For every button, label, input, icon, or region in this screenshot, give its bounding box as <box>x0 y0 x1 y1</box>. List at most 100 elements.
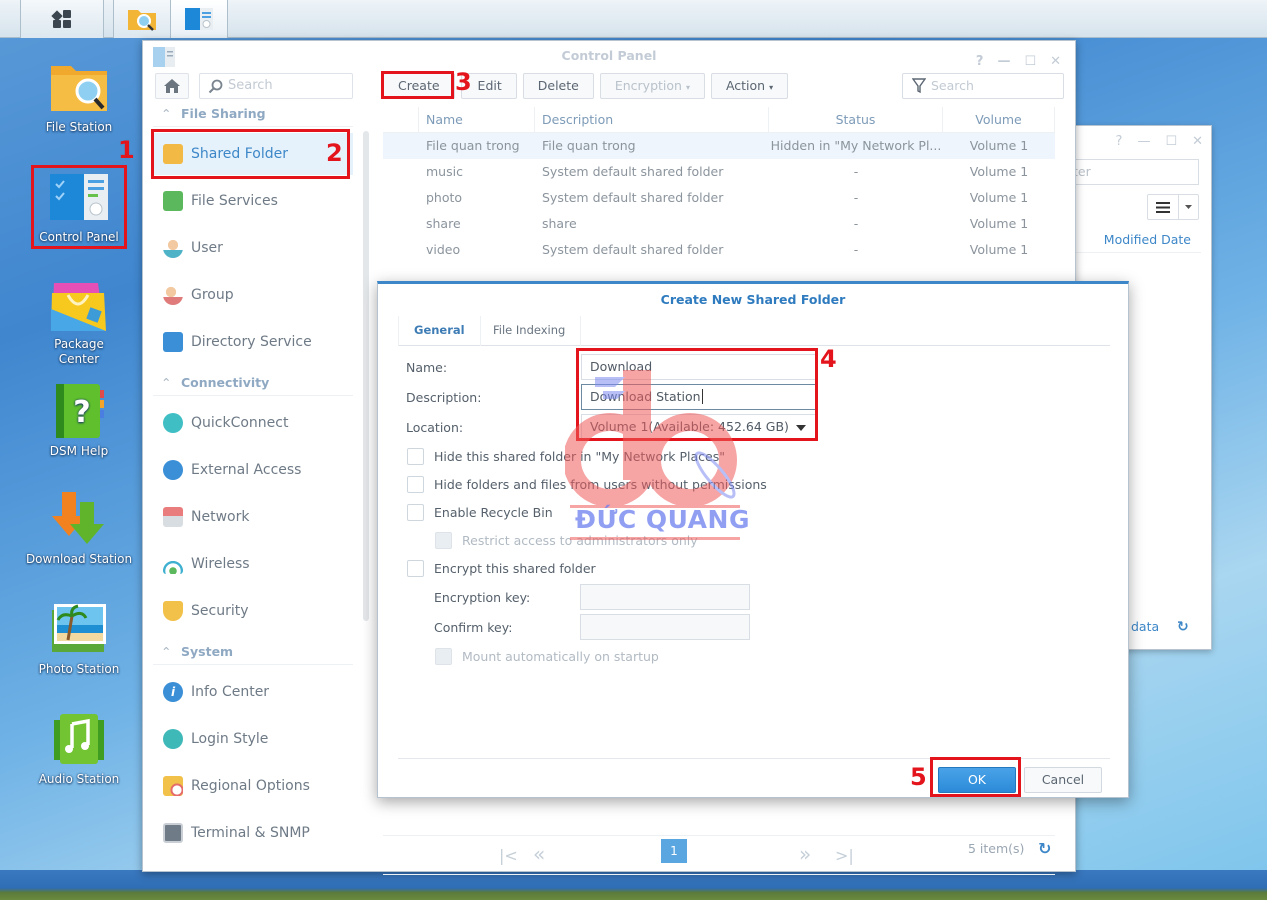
sidebar-item-terminal-snmp[interactable]: Terminal & SNMP <box>153 812 353 854</box>
refresh-icon[interactable]: ↻ <box>1038 839 1051 858</box>
control-panel-icon <box>185 8 213 30</box>
sidebar-item-network[interactable]: Network <box>153 496 353 538</box>
hide-in-network-places-checkbox[interactable] <box>407 448 424 465</box>
prev-page-button[interactable]: « <box>533 842 545 866</box>
table-row[interactable]: video System default shared folder - Vol… <box>383 237 1055 263</box>
action-dropdown[interactable]: Action ▾ <box>710 73 789 99</box>
encryption-key-input[interactable] <box>580 584 750 610</box>
chevron-down-icon[interactable] <box>1179 195 1198 219</box>
group-icon <box>163 285 183 305</box>
table-row[interactable]: share share - Volume 1 <box>383 211 1055 237</box>
last-page-button[interactable]: >| <box>835 846 854 865</box>
next-page-button[interactable]: » <box>799 842 811 866</box>
folder-search-icon <box>51 66 107 111</box>
sidebar-item-external-access[interactable]: External Access <box>153 449 353 491</box>
enable-recycle-bin-checkbox[interactable] <box>407 504 424 521</box>
column-header-status[interactable]: Status <box>769 107 943 132</box>
checkbox-label: Encrypt this shared folder <box>434 561 596 576</box>
palette-icon <box>163 729 183 749</box>
map-clock-icon <box>163 776 183 796</box>
section-system[interactable]: ⌃ System <box>153 641 353 665</box>
confirm-key-input[interactable] <box>580 614 750 640</box>
svg-text:?: ? <box>73 395 90 430</box>
annotation-step-1: 1 <box>118 136 135 164</box>
first-page-button[interactable]: |< <box>499 846 518 865</box>
globe-icon <box>163 460 183 480</box>
encrypt-folder-checkbox[interactable] <box>407 560 424 577</box>
encryption-dropdown[interactable]: Encryption ▾ <box>599 73 705 99</box>
home-button[interactable] <box>155 73 189 99</box>
view-toggle[interactable] <box>1147 194 1199 220</box>
mount-on-startup-checkbox[interactable] <box>435 648 452 665</box>
tab-general[interactable]: General <box>398 316 481 346</box>
desktop-icon-download-station[interactable]: Download Station <box>0 490 158 567</box>
desktop-icon-package-center[interactable]: Package Center <box>0 275 158 367</box>
sidebar-item-regional-options[interactable]: Regional Options <box>153 765 353 807</box>
table-row[interactable]: File quan trong File quan trong Hidden i… <box>383 133 1055 159</box>
hide-without-permissions-checkbox[interactable] <box>407 476 424 493</box>
list-view-icon[interactable] <box>1148 195 1180 219</box>
sidebar-item-wireless[interactable]: Wireless <box>153 543 353 585</box>
table-row[interactable]: music System default shared folder - Vol… <box>383 159 1055 185</box>
taskbar <box>0 0 1267 38</box>
refresh-icon[interactable]: ↻ <box>1177 614 1189 640</box>
sidebar-item-directory-service[interactable]: Directory Service <box>153 321 353 363</box>
minimize-icon[interactable]: — <box>1137 134 1150 149</box>
column-header-description[interactable]: Description <box>535 107 769 132</box>
file-station-icon <box>128 10 156 31</box>
desktop-icon-dsm-help[interactable]: ? DSM Help <box>0 382 158 459</box>
window-title-bar[interactable]: Control Panel ? — ☐ ✕ <box>143 41 1075 73</box>
sidebar-item-info-center[interactable]: i Info Center <box>153 671 353 713</box>
table-header: Name Description Status Volume <box>383 107 1055 133</box>
pagination: |< « 1 » >| 5 item(s) ↻ <box>383 835 1055 875</box>
taskbar-file-station[interactable] <box>114 0 171 38</box>
maximize-icon[interactable]: ☐ <box>1165 134 1177 149</box>
delete-button[interactable]: Delete <box>522 73 594 99</box>
sidebar-search-input[interactable]: Search <box>199 73 353 99</box>
sidebar-item-group[interactable]: Group <box>153 274 353 316</box>
main-menu-button[interactable] <box>20 0 104 38</box>
table-row[interactable]: photo System default shared folder - Vol… <box>383 185 1055 211</box>
current-page[interactable]: 1 <box>661 839 687 863</box>
network-house-icon <box>163 507 183 527</box>
sidebar-item-quickconnect[interactable]: QuickConnect <box>153 402 353 444</box>
filter-input[interactable]: ter <box>1071 159 1199 185</box>
desktop-icon-photo-station[interactable]: Photo Station <box>0 600 158 677</box>
annotation-box-1 <box>31 165 127 249</box>
cancel-button[interactable]: Cancel <box>1024 767 1102 793</box>
annotation-step-3: 3 <box>455 68 472 96</box>
sidebar-item-login-style[interactable]: Login Style <box>153 718 353 760</box>
restrict-admin-checkbox[interactable] <box>435 532 452 549</box>
annotation-step-2: 2 <box>326 139 343 167</box>
desktop-icon-label: DSM Help <box>49 444 109 458</box>
checkbox-label: Hide folders and files from users withou… <box>434 477 767 492</box>
help-icon[interactable]: ? <box>1116 134 1123 149</box>
section-connectivity[interactable]: ⌃ Connectivity <box>153 372 353 396</box>
shared-folder-table: Name Description Status Volume File quan… <box>383 107 1055 263</box>
chevron-up-icon: ⌃ <box>161 375 172 390</box>
sidebar-item-file-services[interactable]: File Services <box>153 180 353 222</box>
dialog-tabs: General File Indexing <box>398 316 1110 346</box>
sidebar-item-user[interactable]: User <box>153 227 353 269</box>
info-icon: i <box>163 682 183 702</box>
window-title: Control Panel <box>561 48 657 63</box>
photo-icon <box>52 604 106 652</box>
caret-down-icon: ▾ <box>685 83 690 92</box>
close-icon[interactable]: ✕ <box>1192 134 1203 149</box>
desktop-icon-label: Photo Station <box>38 662 120 676</box>
column-header-name[interactable]: Name <box>419 107 535 132</box>
chevron-up-icon: ⌃ <box>161 644 172 659</box>
filter-search-input[interactable]: Search <box>902 73 1064 99</box>
taskbar-control-panel[interactable] <box>171 0 228 38</box>
section-file-sharing[interactable]: ⌃ File Sharing <box>153 103 353 127</box>
column-header-volume[interactable]: Volume <box>943 107 1055 132</box>
desktop-icon-audio-station[interactable]: Audio Station <box>0 710 158 787</box>
column-header-modified-date[interactable]: Modified Date <box>1071 227 1201 253</box>
desktop-icon-file-station[interactable]: File Station <box>0 58 158 135</box>
tab-file-indexing[interactable]: File Indexing <box>478 316 582 346</box>
sidebar-item-security[interactable]: Security <box>153 590 353 632</box>
checkbox-label: Hide this shared folder in "My Network P… <box>434 449 726 464</box>
sidebar-scrollbar[interactable] <box>363 131 369 621</box>
shopping-bag-icon <box>51 283 106 331</box>
shield-icon <box>163 601 183 621</box>
